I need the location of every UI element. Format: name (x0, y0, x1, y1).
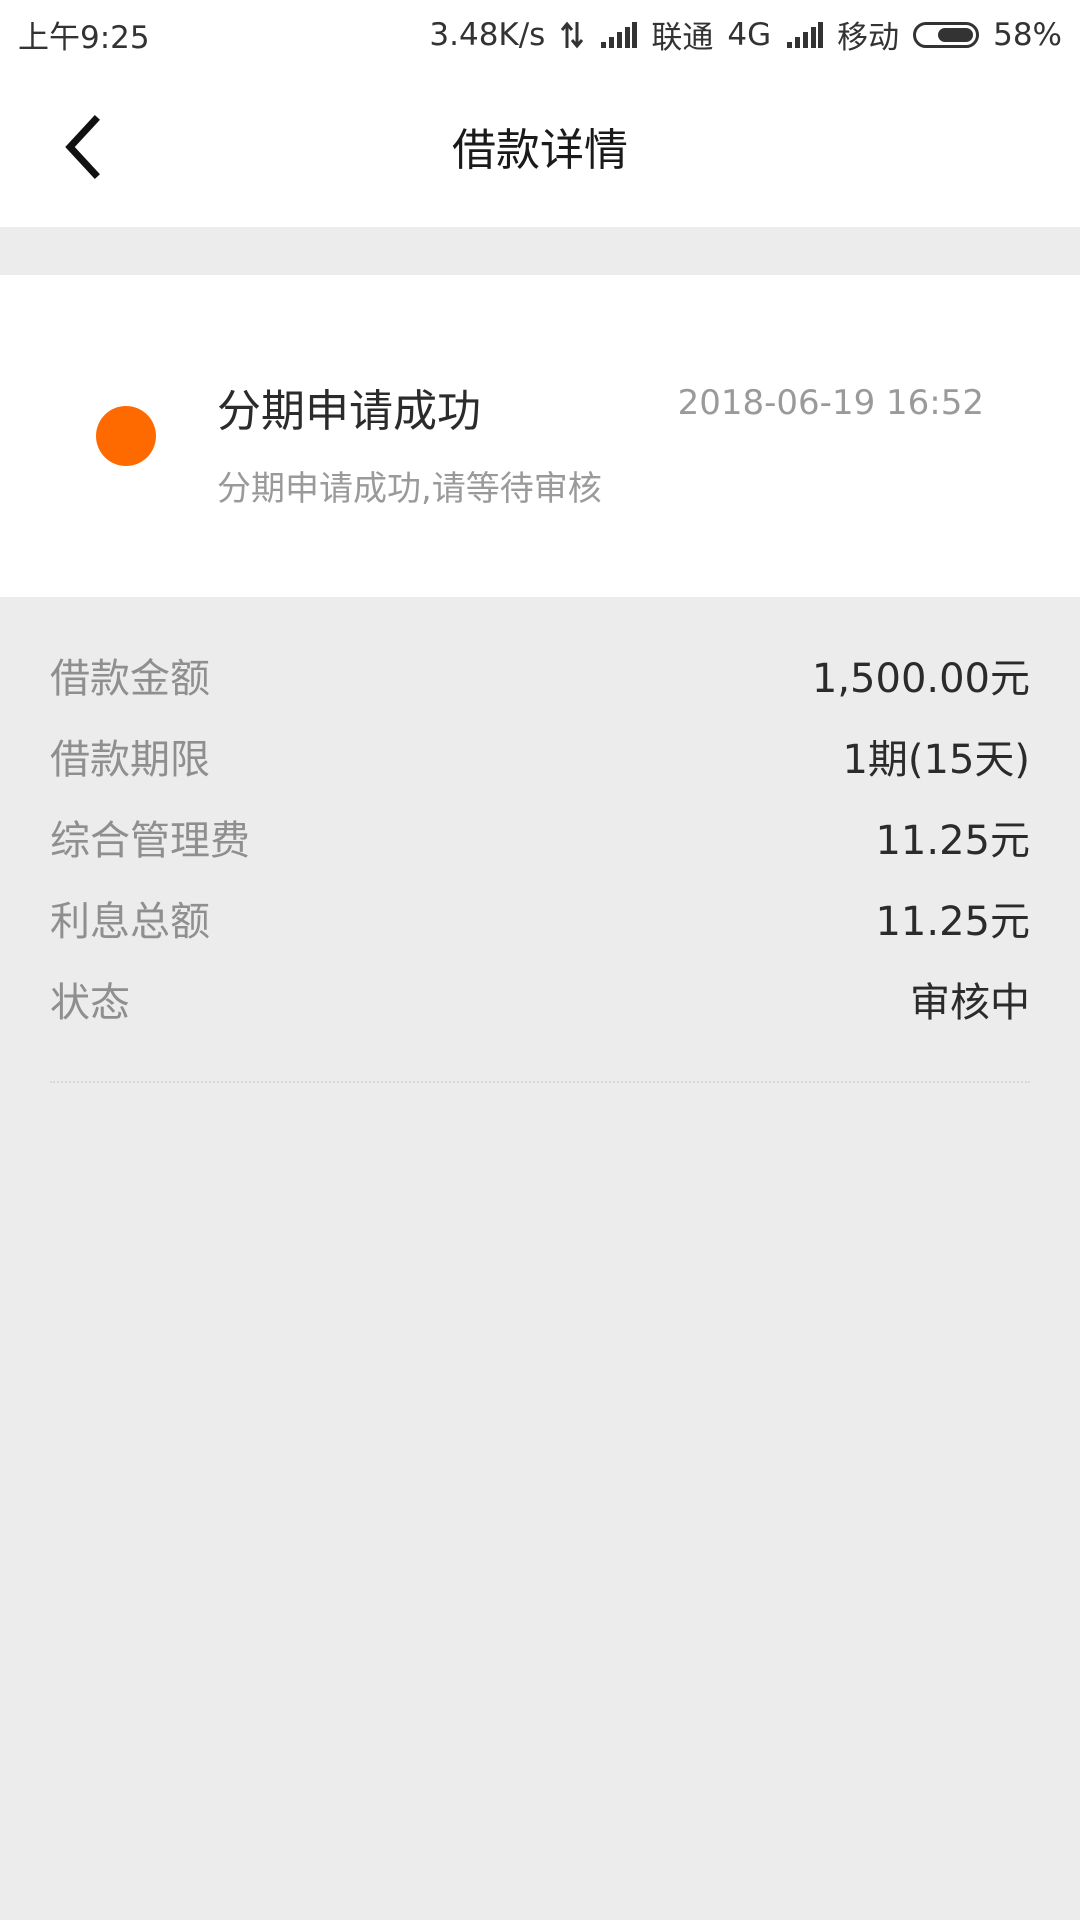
signal-icon (787, 21, 824, 48)
detail-value: 1期(15天) (842, 737, 1030, 783)
dotted-divider (50, 1081, 1030, 1083)
status-time: 上午9:25 (18, 20, 150, 56)
detail-value: 审核中 (910, 980, 1030, 1026)
carrier-2: 移动 (837, 20, 900, 56)
detail-label: 借款期限 (50, 737, 210, 783)
status-dot (96, 406, 156, 466)
status-description: 分期申请成功,请等待审核 (217, 469, 602, 509)
status-title: 分期申请成功 (217, 386, 481, 437)
status-card: 分期申请成功 2018-06-19 16:52 分期申请成功,请等待审核 (0, 275, 1080, 597)
net-speed: 3.48K/s (429, 16, 546, 53)
detail-row-fee: 综合管理费 11.25元 (50, 797, 1030, 877)
detail-value: 11.25元 (875, 899, 1030, 945)
nav-bar: 借款详情 (0, 62, 1080, 227)
signal-icon (601, 21, 638, 48)
status-timestamp: 2018-06-19 16:52 (677, 383, 984, 423)
detail-label: 利息总额 (50, 899, 210, 945)
battery-fill (938, 27, 974, 42)
network-type: 4G (727, 16, 772, 53)
detail-value: 1,500.00元 (811, 656, 1030, 702)
detail-label: 状态 (50, 980, 130, 1026)
detail-label: 借款金额 (50, 656, 210, 702)
detail-row-term: 借款期限 1期(15天) (50, 716, 1030, 796)
detail-row-amount: 借款金额 1,500.00元 (50, 635, 1030, 715)
carrier-1: 联通 (651, 20, 714, 56)
battery-percent: 58% (993, 16, 1062, 53)
data-arrows-icon (561, 21, 584, 48)
status-indicators: 3.48K/s 联通 4G 移动 58% (429, 12, 1062, 57)
detail-row-status: 状态 审核中 (50, 959, 1030, 1039)
detail-label: 综合管理费 (50, 818, 250, 864)
battery-icon (913, 21, 980, 48)
page-title: 借款详情 (452, 125, 628, 176)
status-bar: 上午9:25 3.48K/s 联通 4G 移动 58% (0, 0, 1080, 62)
detail-value: 11.25元 (875, 818, 1030, 864)
battery-body (913, 21, 980, 48)
detail-row-interest: 利息总额 11.25元 (50, 878, 1030, 958)
